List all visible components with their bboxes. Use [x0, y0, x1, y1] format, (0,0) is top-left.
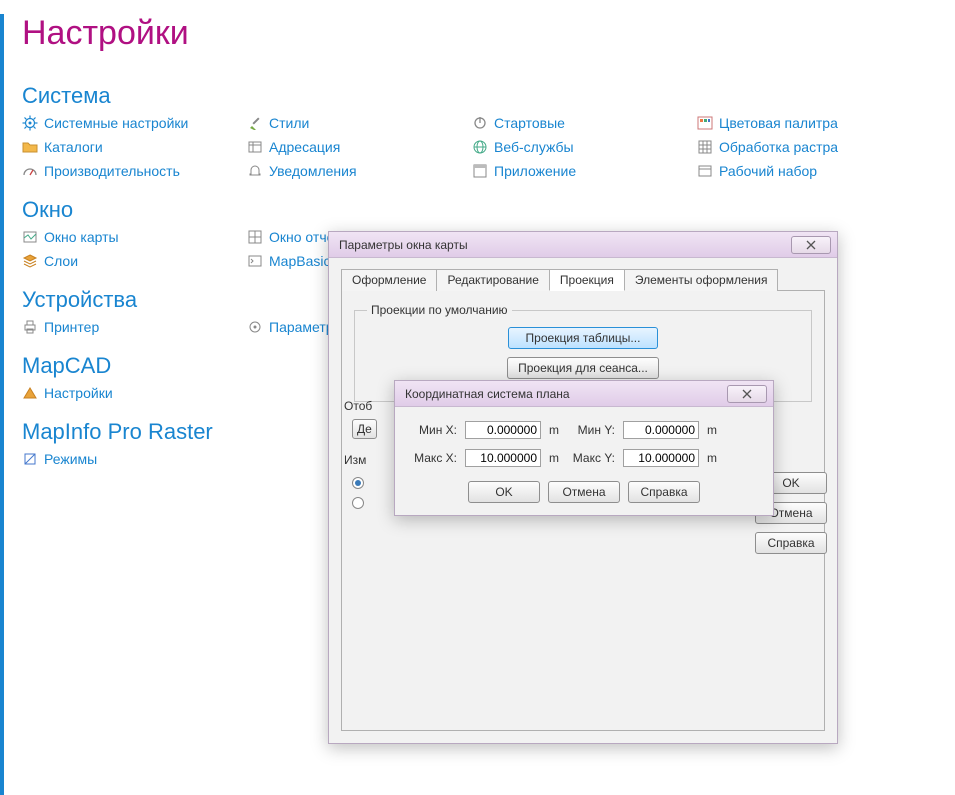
link-label: Приложение — [494, 163, 576, 179]
link-label: Принтер — [44, 319, 99, 335]
link-color-palette[interactable]: Цветовая палитра — [697, 115, 922, 131]
gear-icon — [22, 115, 38, 131]
radio-option-1[interactable] — [352, 477, 364, 489]
link-notifications[interactable]: Уведомления — [247, 163, 472, 179]
link-system-settings[interactable]: Системные настройки — [22, 115, 247, 131]
radio-option-2[interactable] — [352, 497, 364, 509]
help-button[interactable]: Справка — [755, 532, 827, 554]
square-icon — [22, 451, 38, 467]
group-legend: Проекции по умолчанию — [367, 303, 512, 317]
section-heading-window: Окно — [22, 197, 955, 223]
tab-elements[interactable]: Элементы оформления — [624, 269, 779, 291]
miny-label: Мин Y: — [571, 423, 619, 437]
globe-icon — [472, 139, 488, 155]
maxy-input[interactable] — [623, 449, 699, 467]
tab-editing[interactable]: Редактирование — [436, 269, 549, 291]
ok-button[interactable]: OK — [468, 481, 540, 503]
coord-system-dialog: Координатная система плана Мин X: m Мин … — [394, 380, 774, 516]
minx-label: Мин X: — [413, 423, 461, 437]
cutoff-meas-label: Изм — [344, 453, 366, 467]
unit-label: m — [549, 451, 567, 465]
printer-icon — [22, 319, 38, 335]
map-pin-icon — [247, 139, 263, 155]
link-label: Каталоги — [44, 139, 103, 155]
coord-button-row: OK Отмена Справка — [413, 481, 755, 503]
session-projection-button[interactable]: Проекция для сеанса... — [507, 357, 659, 379]
maxx-label: Макс X: — [413, 451, 461, 465]
table-projection-button[interactable]: Проекция таблицы... — [508, 327, 658, 349]
link-label: Цветовая палитра — [719, 115, 838, 131]
link-raster-processing[interactable]: Обработка растра — [697, 139, 922, 155]
app-icon — [472, 163, 488, 179]
palette-icon — [697, 115, 713, 131]
link-label: Окно карты — [44, 229, 119, 245]
link-label: Адресация — [269, 139, 340, 155]
cutoff-display-label: Отоб — [344, 399, 372, 413]
dialog-titlebar[interactable]: Координатная система плана — [395, 381, 773, 407]
left-accent-border — [0, 14, 4, 795]
link-printer[interactable]: Принтер — [22, 319, 247, 335]
link-map-window[interactable]: Окно карты — [22, 229, 247, 245]
link-label: Режимы — [44, 451, 97, 467]
miny-input[interactable] — [623, 421, 699, 439]
link-label: Слои — [44, 253, 78, 269]
coord-grid: Мин X: m Мин Y: m Макс X: m Макс Y: m — [413, 421, 755, 467]
link-webservices[interactable]: Веб-службы — [472, 139, 697, 155]
settings-icon — [247, 319, 263, 335]
link-layers[interactable]: Слои — [22, 253, 247, 269]
minx-input[interactable] — [465, 421, 541, 439]
power-icon — [472, 115, 488, 131]
dialog-title: Параметры окна карты — [339, 238, 791, 252]
link-application[interactable]: Приложение — [472, 163, 697, 179]
close-button[interactable] — [791, 236, 831, 254]
link-label: MapBasic — [269, 253, 330, 269]
link-label: Производительность — [44, 163, 180, 179]
map-icon — [22, 229, 38, 245]
help-button[interactable]: Справка — [628, 481, 700, 503]
unit-label: m — [549, 423, 567, 437]
link-addressing[interactable]: Адресация — [247, 139, 472, 155]
link-label: Стили — [269, 115, 309, 131]
tab-projection[interactable]: Проекция — [549, 269, 625, 291]
unit-label: m — [707, 451, 725, 465]
page-title: Настройки — [22, 14, 955, 53]
system-grid: Системные настройки Стили Стартовые Цвет… — [22, 115, 955, 179]
link-performance[interactable]: Производительность — [22, 163, 247, 179]
cancel-button[interactable]: Отмена — [548, 481, 620, 503]
cutoff-default-button[interactable]: Де — [352, 419, 377, 439]
brush-icon — [247, 115, 263, 131]
link-label: Обработка растра — [719, 139, 838, 155]
terminal-icon — [247, 253, 263, 269]
link-label: Настройки — [44, 385, 113, 401]
link-label: Веб-службы — [494, 139, 574, 155]
link-styles[interactable]: Стили — [247, 115, 472, 131]
maxx-input[interactable] — [465, 449, 541, 467]
dialog-body: Мин X: m Мин Y: m Макс X: m Макс Y: m OK… — [395, 407, 773, 515]
tabstrip: Оформление Редактирование Проекция Элеме… — [341, 268, 825, 291]
link-label: Системные настройки — [44, 115, 188, 131]
link-label: Уведомления — [269, 163, 357, 179]
folder-icon — [22, 139, 38, 155]
tab-design[interactable]: Оформление — [341, 269, 437, 291]
layers-icon — [22, 253, 38, 269]
gauge-icon — [22, 163, 38, 179]
link-workspace[interactable]: Рабочий набор — [697, 163, 922, 179]
bell-icon — [247, 163, 263, 179]
dialog-titlebar[interactable]: Параметры окна карты — [329, 232, 837, 258]
close-button[interactable] — [727, 385, 767, 403]
unit-label: m — [707, 423, 725, 437]
grid-icon — [247, 229, 263, 245]
link-label: Стартовые — [494, 115, 565, 131]
link-label: Рабочий набор — [719, 163, 817, 179]
workspace-icon — [697, 163, 713, 179]
dialog-title: Координатная система плана — [405, 387, 727, 401]
link-catalogs[interactable]: Каталоги — [22, 139, 247, 155]
section-heading-system: Система — [22, 83, 955, 109]
triangle-icon — [22, 385, 38, 401]
raster-icon — [697, 139, 713, 155]
maxy-label: Макс Y: — [571, 451, 619, 465]
link-startup[interactable]: Стартовые — [472, 115, 697, 131]
